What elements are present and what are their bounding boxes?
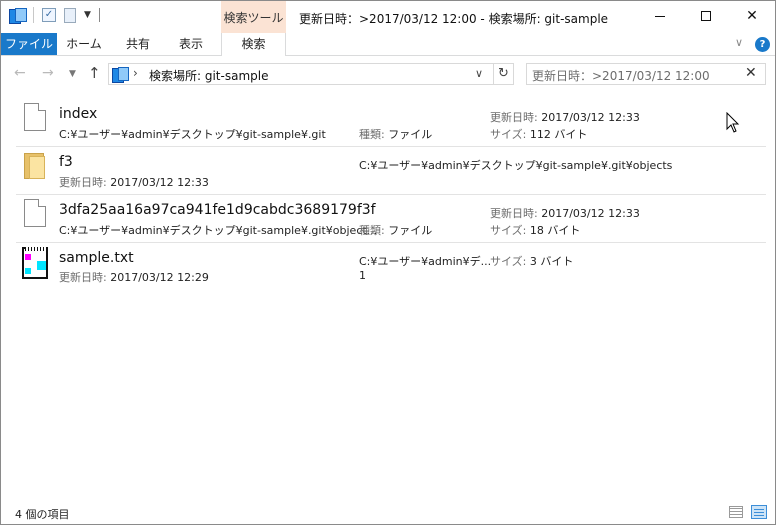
item-modified: 更新日時: 2017/03/12 12:29 xyxy=(59,269,209,285)
item-divider xyxy=(16,194,766,195)
modified-label: 更新日時: xyxy=(59,271,107,284)
item-path: C:¥ユーザー¥admin¥デスクトップ¥git-sample¥.git¥obj… xyxy=(59,224,378,237)
tab-home[interactable]: ホーム xyxy=(57,33,111,55)
window-title: 更新日時：>2017/03/12 12:00 - 検索場所: git-sampl… xyxy=(299,12,609,26)
maximize-button[interactable] xyxy=(683,1,729,31)
type-value: ファイル xyxy=(388,128,433,141)
modified-value: 2017/03/12 12:33 xyxy=(541,111,640,124)
address-bar[interactable]: › 検索場所: git-sample ∨ xyxy=(108,63,494,85)
breadcrumb-chevron-icon[interactable]: › xyxy=(133,66,138,80)
up-arrow-icon[interactable]: ↑ xyxy=(88,64,101,82)
size-label: サイズ: xyxy=(490,224,527,237)
refresh-button[interactable]: ↻ xyxy=(494,63,514,85)
list-item[interactable]: sample.txt 更新日時: 2017/03/12 12:29 C:¥ユーザ… xyxy=(16,245,766,293)
item-name: index xyxy=(59,106,98,122)
minimize-icon xyxy=(655,15,665,17)
type-value: ファイル xyxy=(388,224,433,237)
modified-value: 2017/03/12 12:33 xyxy=(110,176,209,189)
explorer-window: ✓ ▼ 検索ツール 更新日時：>2017/03/12 12:00 - 検索場所:… xyxy=(0,0,776,525)
tab-share[interactable]: 共有 xyxy=(113,33,163,55)
size-label: サイズ: xyxy=(490,128,527,141)
item-modified: 更新日時: 2017/03/12 12:33 xyxy=(59,174,209,190)
file-icon xyxy=(24,103,46,131)
maximize-icon xyxy=(701,11,711,21)
status-bar: 4 個の項目 xyxy=(1,501,775,524)
modified-label: 更新日時: xyxy=(490,207,538,220)
help-button[interactable]: ? xyxy=(755,37,770,52)
size-value: 18 バイト xyxy=(529,224,581,237)
tab-search[interactable]: 検索 xyxy=(221,33,286,56)
item-divider xyxy=(16,146,766,147)
search-query[interactable]: 更新日時：>2017/03/12 12:00 xyxy=(532,67,710,84)
notepad-icon xyxy=(22,247,48,279)
folder-icon xyxy=(24,153,46,179)
minimize-button[interactable] xyxy=(637,1,683,31)
size-value: 112 バイト xyxy=(529,128,588,141)
title-bar: ✓ ▼ 検索ツール 更新日時：>2017/03/12 12:00 - 検索場所:… xyxy=(1,1,775,33)
modified-label: 更新日時: xyxy=(59,176,107,189)
search-input[interactable]: 更新日時：>2017/03/12 12:00 ✕ xyxy=(526,63,766,85)
type-label: 種類: xyxy=(359,128,385,141)
item-divider xyxy=(16,242,766,243)
modified-value: 2017/03/12 12:29 xyxy=(110,271,209,284)
content-view-icon[interactable] xyxy=(751,505,767,519)
forward-arrow-icon[interactable]: → xyxy=(42,65,54,81)
item-content-snippet: 1 xyxy=(359,269,366,282)
item-name: sample.txt xyxy=(59,250,134,266)
new-folder-icon[interactable] xyxy=(64,7,76,23)
item-path: C:¥ユーザー¥admin¥デスクトップ¥git-sample¥.git¥obj… xyxy=(359,159,673,172)
item-name: 3dfa25aa16a97ca941fe1d9cabdc3689179f3f xyxy=(59,202,376,218)
modified-value: 2017/03/12 12:33 xyxy=(541,207,640,220)
file-icon xyxy=(24,199,46,227)
item-size: サイズ: 18 バイト xyxy=(490,222,580,238)
list-item[interactable]: f3 更新日時: 2017/03/12 12:33 C:¥ユーザー¥admin¥… xyxy=(16,149,766,197)
item-size: サイズ: 112 バイト xyxy=(490,126,587,142)
size-value: 3 バイト xyxy=(529,255,574,268)
size-label: サイズ: xyxy=(490,255,527,268)
quick-access-toolbar: ✓ ▼ xyxy=(9,7,100,24)
properties-icon[interactable]: ✓ xyxy=(42,8,56,22)
tab-view[interactable]: 表示 xyxy=(165,33,217,55)
tab-file[interactable]: ファイル xyxy=(1,33,57,55)
list-item[interactable]: 3dfa25aa16a97ca941fe1d9cabdc3689179f3f C… xyxy=(16,197,766,245)
close-icon: ✕ xyxy=(746,8,758,24)
folder-app-icon[interactable] xyxy=(9,8,27,24)
ribbon-tabs: ファイル ホーム 共有 表示 検索 ∨ ? xyxy=(1,33,775,56)
mouse-cursor-icon xyxy=(726,112,740,133)
item-size: サイズ: 3 バイト xyxy=(490,253,573,269)
search-location-folder-icon xyxy=(112,67,129,83)
item-path: C:¥ユーザー¥admin¥デスクトップ¥git-sample¥.git xyxy=(59,128,326,141)
item-count: 4 個の項目 xyxy=(15,508,70,521)
list-item[interactable]: index C:¥ユーザー¥admin¥デスクトップ¥git-sample¥.g… xyxy=(16,101,766,149)
item-name: f3 xyxy=(59,154,73,170)
type-label: 種類: xyxy=(359,224,385,237)
item-type: 種類: ファイル xyxy=(359,126,432,142)
search-tools-context-header: 検索ツール xyxy=(221,1,286,33)
customize-qat-chevron-icon[interactable]: ▼ xyxy=(84,10,91,20)
clear-search-icon[interactable]: ✕ xyxy=(745,65,757,81)
modified-label: 更新日時: xyxy=(490,111,538,124)
breadcrumb[interactable]: 検索場所: git-sample xyxy=(149,67,268,84)
qat-end-separator xyxy=(98,8,100,22)
back-arrow-icon[interactable]: ← xyxy=(14,65,26,81)
item-modified: 更新日時: 2017/03/12 12:33 xyxy=(490,205,640,221)
navigation-bar: ← → ▼ ↑ › 検索場所: git-sample ∨ ↻ 更新日時：>201… xyxy=(1,57,775,91)
results-list: index C:¥ユーザー¥admin¥デスクトップ¥git-sample¥.g… xyxy=(1,96,775,496)
item-path: C:¥ユーザー¥admin¥デ... xyxy=(359,255,492,268)
close-button[interactable]: ✕ xyxy=(729,1,775,31)
expand-ribbon-chevron-icon[interactable]: ∨ xyxy=(735,36,743,49)
item-modified: 更新日時: 2017/03/12 12:33 xyxy=(490,109,640,125)
address-dropdown-chevron-icon[interactable]: ∨ xyxy=(475,67,483,80)
recent-locations-chevron-icon[interactable]: ▼ xyxy=(69,69,76,79)
qat-separator xyxy=(33,7,34,23)
refresh-icon: ↻ xyxy=(498,66,509,81)
item-type: 種類: ファイル xyxy=(359,222,432,238)
details-view-icon[interactable] xyxy=(729,506,743,518)
